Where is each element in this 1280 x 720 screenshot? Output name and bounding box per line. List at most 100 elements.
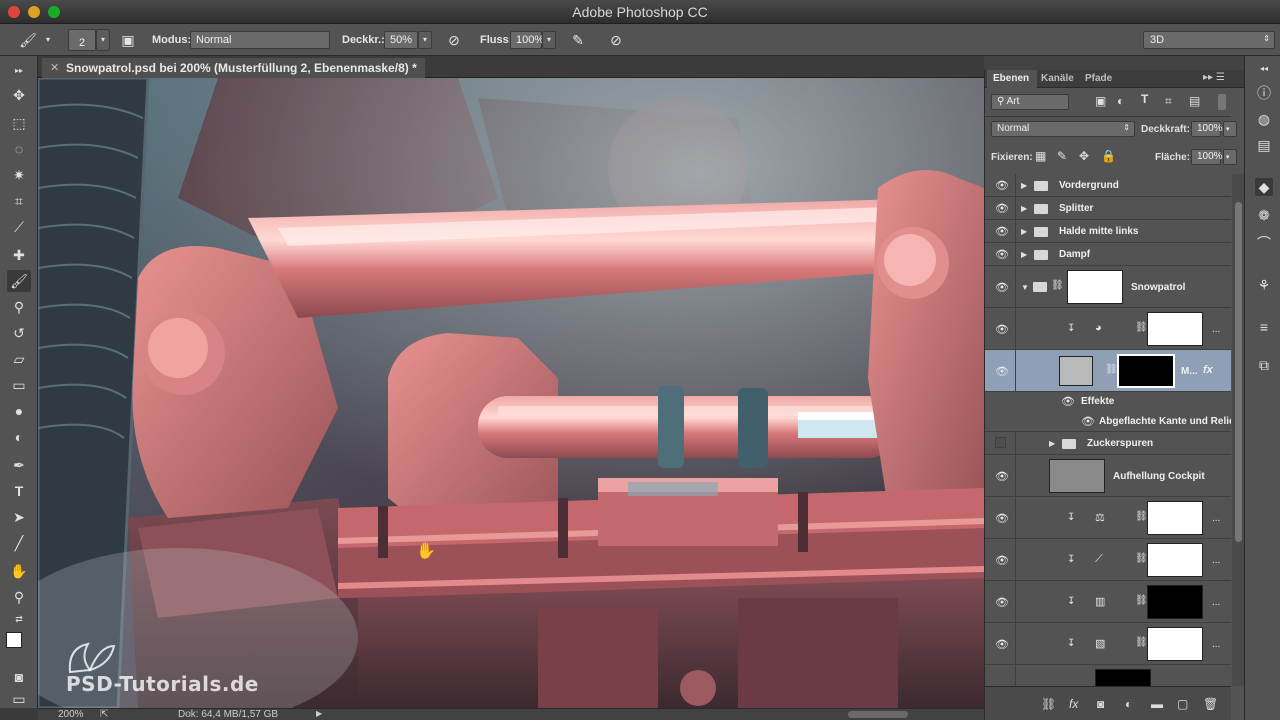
- brush-tool-icon[interactable]: 🖌: [7, 270, 31, 292]
- adjustment-layer-icon[interactable]: ◕: [1095, 322, 1102, 334]
- zoom-tool-icon[interactable]: ⚲: [7, 586, 31, 608]
- filter-pixel-icon[interactable]: ▣: [1095, 94, 1106, 108]
- type-tool-icon[interactable]: T: [7, 480, 31, 502]
- filter-shape-icon[interactable]: ⌗: [1165, 94, 1172, 109]
- brush-preset-dropdown-icon[interactable]: ▾: [38, 31, 58, 49]
- exposure-adjustment-icon[interactable]: ▧: [1095, 637, 1105, 650]
- layer-opacity-dropdown[interactable]: ▾: [1223, 121, 1237, 137]
- clone-stamp-tool-icon[interactable]: ⚲: [7, 296, 31, 318]
- swap-colors-icon[interactable]: ⇄: [7, 608, 31, 630]
- collapse-dock-icon[interactable]: ◂◂: [1255, 60, 1273, 78]
- effect-row[interactable]: 👁 Abgeflachte Kante und Relief: [985, 412, 1231, 432]
- blur-tool-icon[interactable]: ●: [7, 400, 31, 422]
- layer-opacity-field[interactable]: 100%: [1191, 121, 1223, 137]
- eye-icon[interactable]: 👁: [995, 202, 1009, 215]
- tool-presets-panel-icon[interactable]: ⚘: [1255, 276, 1273, 294]
- curves-adjustment-icon[interactable]: ⟋: [1095, 553, 1103, 566]
- eye-icon[interactable]: 👁: [1081, 415, 1095, 428]
- eye-icon[interactable]: 👁: [995, 638, 1009, 651]
- pen-tool-icon[interactable]: ✒: [7, 454, 31, 476]
- marquee-tool-icon[interactable]: ⬚: [7, 112, 31, 134]
- fx-badge[interactable]: fx: [1203, 364, 1213, 376]
- balance-adjustment-icon[interactable]: ⚖: [1095, 511, 1105, 524]
- paths-panel-icon[interactable]: ⌒: [1255, 234, 1273, 252]
- eye-icon[interactable]: 👁: [995, 470, 1009, 483]
- quick-mask-icon[interactable]: ◙: [7, 666, 31, 688]
- path-selection-tool-icon[interactable]: ➤: [7, 506, 31, 528]
- flow-dropdown[interactable]: ▾: [542, 31, 556, 49]
- opacity-dropdown[interactable]: ▾: [418, 31, 432, 49]
- layers-panel-icon[interactable]: ◆: [1255, 178, 1273, 196]
- quick-selection-tool-icon[interactable]: ✷: [7, 164, 31, 186]
- dodge-tool-icon[interactable]: ◐: [7, 426, 31, 448]
- filter-toggle-switch[interactable]: [1218, 94, 1226, 110]
- zoom-level[interactable]: 200%: [58, 709, 84, 720]
- layer-row[interactable]: 👁 ▼ ⛓ Snowpatrol: [985, 266, 1231, 308]
- filter-adjustment-icon[interactable]: ◐: [1117, 94, 1124, 108]
- history-panel-icon[interactable]: ⧉: [1255, 356, 1273, 374]
- layer-thumbnail[interactable]: [1095, 669, 1151, 686]
- line-tool-icon[interactable]: ╱: [7, 532, 31, 554]
- expand-triangle-icon[interactable]: ▶: [1049, 439, 1055, 448]
- lock-pixels-icon[interactable]: ✎: [1057, 149, 1067, 163]
- eye-icon[interactable]: 👁: [995, 225, 1009, 238]
- opacity-field[interactable]: 50%: [384, 31, 418, 49]
- new-group-icon[interactable]: ▬: [1151, 697, 1163, 711]
- layer-filter-select[interactable]: ⚲ Art: [991, 94, 1069, 110]
- layer-row[interactable]: 👁 ↧ ◕ ⛓ ...: [985, 308, 1231, 350]
- crop-tool-icon[interactable]: ⌗: [7, 190, 31, 212]
- eye-icon[interactable]: 👁: [995, 596, 1009, 609]
- link-layers-icon[interactable]: ⛓: [1041, 697, 1056, 711]
- layer-row[interactable]: 👁 ▶ Halde mitte links: [985, 220, 1231, 243]
- eye-icon[interactable]: 👁: [995, 512, 1009, 525]
- layer-row[interactable]: 👁 ↧ ▧ ⛓ ...: [985, 623, 1231, 665]
- layer-mask-thumbnail[interactable]: [1147, 312, 1203, 346]
- expand-triangle-icon[interactable]: ▶: [1021, 204, 1027, 213]
- new-adjustment-layer-icon[interactable]: ◐: [1125, 697, 1132, 711]
- link-icon[interactable]: ⛓: [1135, 637, 1148, 648]
- pattern-fill-thumbnail[interactable]: [1059, 356, 1093, 386]
- layer-row[interactable]: ▶ Zuckerspuren: [985, 432, 1231, 455]
- lock-position-icon[interactable]: ✥: [1079, 149, 1089, 163]
- layer-mask-thumbnail[interactable]: [1147, 585, 1203, 619]
- eye-icon[interactable]: 👁: [1061, 395, 1075, 408]
- foreground-color-swatch[interactable]: [6, 632, 22, 648]
- link-icon[interactable]: ⛓: [1135, 595, 1148, 606]
- link-icon[interactable]: ⛓: [1051, 280, 1064, 291]
- tab-channels[interactable]: Kanäle: [1041, 73, 1074, 84]
- layer-row[interactable]: 👁 ↧ ⟋ ⛓ ...: [985, 539, 1231, 581]
- tab-paths[interactable]: Pfade: [1085, 73, 1112, 84]
- move-tool-icon[interactable]: ✥: [7, 84, 31, 106]
- layer-fill-dropdown[interactable]: ▾: [1223, 149, 1237, 165]
- link-icon[interactable]: ⛓: [1135, 553, 1148, 564]
- link-icon[interactable]: ⛓: [1135, 511, 1148, 522]
- link-icon[interactable]: ⛓: [1105, 364, 1118, 375]
- brush-panel-toggle-icon[interactable]: ▣: [118, 31, 138, 49]
- properties-panel-icon[interactable]: ▤: [1255, 136, 1273, 154]
- adjustments-panel-icon[interactable]: ≡: [1255, 318, 1273, 336]
- group-mask-thumbnail[interactable]: [1067, 270, 1123, 304]
- link-icon[interactable]: ⛓: [1135, 322, 1148, 333]
- blend-mode-select[interactable]: Normal ⇕: [991, 121, 1135, 137]
- layer-row[interactable]: 👁 ↧ ▥ ⛓ ...: [985, 581, 1231, 623]
- effects-row[interactable]: 👁 Effekte: [985, 392, 1231, 412]
- layer-row[interactable]: 👁 ↧ ⚖ ⛓ ...: [985, 497, 1231, 539]
- eye-icon[interactable]: 👁: [995, 323, 1009, 336]
- document-canvas[interactable]: ✋: [38, 78, 984, 708]
- levels-adjustment-icon[interactable]: ▥: [1095, 595, 1105, 608]
- eye-icon[interactable]: 👁: [995, 365, 1009, 378]
- eye-icon[interactable]: 👁: [995, 554, 1009, 567]
- eye-icon[interactable]: 👁: [995, 248, 1009, 261]
- history-brush-tool-icon[interactable]: ↺: [7, 322, 31, 344]
- add-mask-icon[interactable]: ◙: [1097, 697, 1104, 711]
- workspace-select[interactable]: 3D ⇕: [1143, 31, 1275, 49]
- tab-layers[interactable]: Ebenen: [993, 73, 1029, 84]
- brush-size-field[interactable]: 2: [68, 29, 96, 51]
- channels-panel-icon[interactable]: ❁: [1255, 206, 1273, 224]
- layer-mask-thumbnail[interactable]: [1147, 501, 1203, 535]
- brush-size-dropdown[interactable]: ▾: [96, 29, 110, 51]
- layer-row-selected[interactable]: 👁 ⛓ M... fx: [985, 350, 1231, 392]
- eye-icon[interactable]: 👁: [995, 281, 1009, 294]
- healing-brush-tool-icon[interactable]: ✚: [7, 244, 31, 266]
- horizontal-scrollbar[interactable]: [848, 711, 908, 718]
